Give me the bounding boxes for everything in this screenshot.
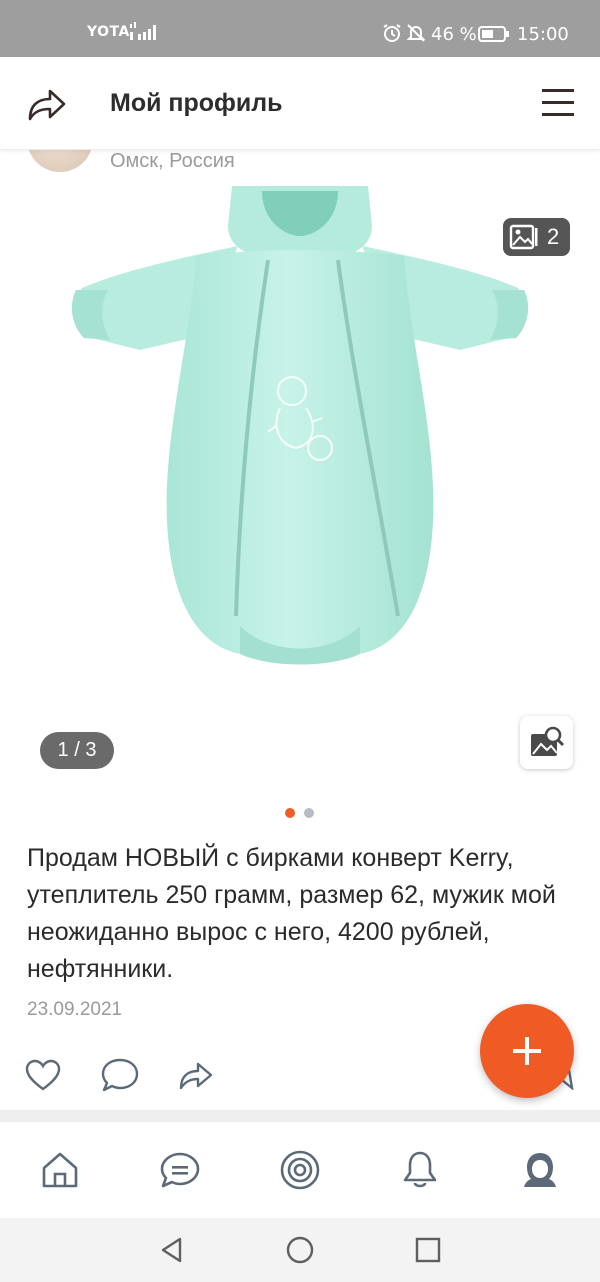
system-home-button[interactable] (284, 1234, 316, 1266)
page-indicator: 1 / 3 (40, 732, 114, 769)
page-title: Мой профиль (110, 89, 283, 117)
battery-percent: 46 % (431, 24, 477, 45)
comment-icon (101, 1058, 139, 1092)
nav-messages[interactable] (158, 1148, 202, 1192)
app-header: Мой профиль (0, 57, 600, 150)
nav-discover[interactable] (278, 1148, 322, 1192)
photo-count-badge: 2 (503, 218, 570, 256)
system-back-button[interactable] (156, 1234, 188, 1266)
heart-icon (25, 1059, 61, 1091)
nav-home[interactable] (38, 1148, 82, 1192)
avatar[interactable] (27, 150, 93, 172)
nav-profile[interactable] (518, 1148, 562, 1192)
image-search-button[interactable] (520, 716, 573, 769)
carrier-label: YOTA (87, 24, 130, 40)
recents-square-icon (415, 1237, 441, 1263)
photo-gallery[interactable]: 2 1 / 3 (0, 186, 600, 818)
nav-notifications[interactable] (398, 1148, 442, 1192)
status-bar: YOTA 46 % 15:00 (0, 0, 600, 57)
signal-icon (128, 22, 160, 46)
image-search-icon (530, 726, 564, 756)
discover-icon (280, 1150, 320, 1190)
home-icon (42, 1152, 78, 1188)
bottom-nav (0, 1122, 600, 1218)
messages-icon (160, 1152, 200, 1188)
alarm-icon (382, 23, 402, 47)
image-icon (509, 224, 538, 250)
carousel-dots (285, 808, 314, 818)
product-photo[interactable] (0, 186, 600, 686)
mute-icon (406, 23, 426, 47)
clock: 15:00 (517, 24, 569, 45)
reshare-button[interactable] (176, 1056, 216, 1094)
carousel-dot-active[interactable] (285, 808, 295, 818)
share-icon (28, 89, 66, 121)
profile-location: Омск, Россия (110, 150, 235, 172)
carousel-dot[interactable] (304, 808, 314, 818)
battery-icon (478, 26, 510, 46)
comment-button[interactable] (100, 1056, 140, 1094)
share-icon (179, 1062, 213, 1090)
like-button[interactable] (23, 1056, 63, 1094)
home-circle-icon (286, 1236, 314, 1264)
menu-icon (542, 89, 574, 116)
post-text: Продам НОВЫЙ с бирками конверт Kerry, ут… (27, 844, 556, 983)
system-recents-button[interactable] (412, 1234, 444, 1266)
profile-strip: Омск, Россия (0, 150, 600, 186)
photo-count: 2 (547, 224, 560, 249)
share-button[interactable] (24, 85, 68, 125)
profile-icon (524, 1153, 556, 1187)
bell-icon (403, 1151, 437, 1188)
section-divider (0, 1110, 600, 1122)
post-date: 23.09.2021 (27, 999, 123, 1020)
back-triangle-icon (161, 1237, 182, 1263)
add-button[interactable] (480, 1004, 574, 1098)
menu-button[interactable] (538, 85, 578, 121)
system-nav-bar (0, 1218, 600, 1282)
plus-icon (513, 1037, 541, 1065)
